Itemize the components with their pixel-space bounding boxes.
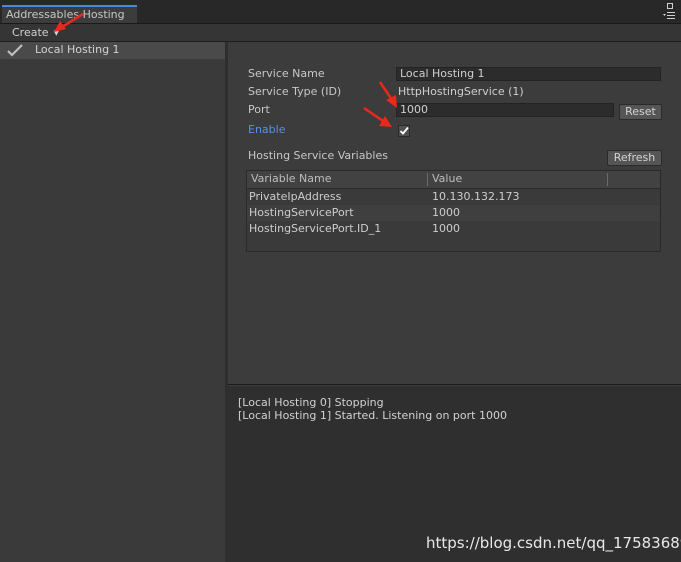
refresh-label: Refresh xyxy=(613,151,656,164)
reset-button[interactable]: Reset xyxy=(619,104,662,120)
pin-icon[interactable] xyxy=(667,3,673,9)
table-row[interactable]: HostingServicePort 1000 xyxy=(247,205,660,221)
column-header-variable-name[interactable]: Variable Name xyxy=(251,172,332,185)
enable-checkbox[interactable] xyxy=(398,125,410,137)
checkmark-icon xyxy=(399,126,409,135)
annotation-arrow-icon xyxy=(54,12,84,32)
variable-name: HostingServicePort.ID_1 xyxy=(249,222,382,235)
variable-name: HostingServicePort xyxy=(249,206,354,219)
menu-icon[interactable] xyxy=(663,12,675,19)
variable-value: 10.130.132.173 xyxy=(432,190,520,203)
port-label: Port xyxy=(248,103,270,116)
refresh-button[interactable]: Refresh xyxy=(607,150,662,166)
service-name-value: Local Hosting 1 xyxy=(400,67,485,80)
variables-title: Hosting Service Variables xyxy=(248,149,388,162)
variables-table: Variable Name Value PrivateIpAddress 10.… xyxy=(246,170,661,252)
window-menu[interactable] xyxy=(659,1,675,21)
port-input[interactable]: 1000 xyxy=(396,103,614,117)
watermark-text: https://blog.csdn.net/qq_17583689 xyxy=(426,534,681,552)
column-divider[interactable] xyxy=(607,173,608,186)
service-name-input[interactable]: Local Hosting 1 xyxy=(396,67,661,81)
column-header-value[interactable]: Value xyxy=(432,172,462,185)
reset-label: Reset xyxy=(625,105,656,118)
table-row[interactable]: PrivateIpAddress 10.130.132.173 xyxy=(247,189,660,205)
list-item[interactable]: Local Hosting 1 xyxy=(0,42,225,59)
service-name-label: Service Name xyxy=(248,67,325,80)
create-label: Create xyxy=(12,26,49,39)
table-header: Variable Name Value xyxy=(247,171,660,189)
enable-label: Enable xyxy=(248,123,286,136)
service-type-value: HttpHostingService (1) xyxy=(398,85,524,98)
port-value: 1000 xyxy=(400,103,428,116)
column-divider[interactable] xyxy=(427,173,428,186)
table-row[interactable]: HostingServicePort.ID_1 1000 xyxy=(247,221,660,237)
tab-bar: Addressables Hosting xyxy=(0,0,681,24)
service-type-label: Service Type (ID) xyxy=(248,85,342,98)
checkmark-icon xyxy=(7,43,23,58)
annotation-arrow-icon xyxy=(363,106,392,127)
list-item-label: Local Hosting 1 xyxy=(35,43,120,56)
variable-name: PrivateIpAddress xyxy=(249,190,342,203)
variable-value: 1000 xyxy=(432,222,460,235)
services-list: Local Hosting 1 xyxy=(0,42,226,562)
variable-value: 1000 xyxy=(432,206,460,219)
log-line: [Local Hosting 1] Started. Listening on … xyxy=(238,409,507,422)
service-details: Service Name Local Hosting 1 Service Typ… xyxy=(228,42,681,385)
log-line: [Local Hosting 0] Stopping xyxy=(238,396,384,409)
toolbar: Create ▼ xyxy=(0,24,681,42)
